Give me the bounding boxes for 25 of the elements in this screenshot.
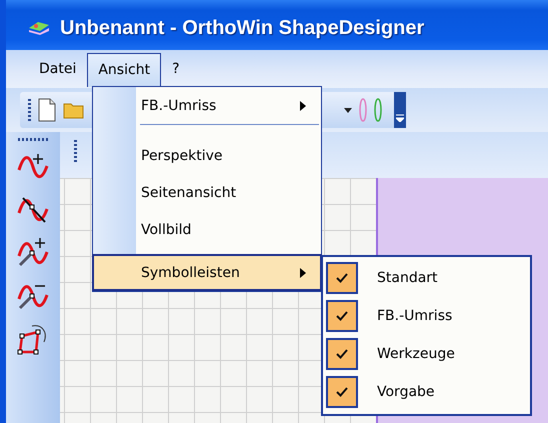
check-icon xyxy=(336,311,348,321)
menu-title[interactable]: ? xyxy=(161,52,190,86)
menu-title[interactable]: Datei xyxy=(28,52,88,86)
overflow-chevron-icon[interactable] xyxy=(396,114,404,122)
new-document-icon[interactable] xyxy=(37,98,57,122)
check-icon xyxy=(336,387,348,397)
menu-item[interactable]: Standart xyxy=(377,270,438,286)
submenu-arrow-icon xyxy=(300,268,306,278)
checkbox[interactable] xyxy=(326,262,358,294)
check-icon xyxy=(336,349,348,359)
check-icon xyxy=(336,273,348,283)
checkbox[interactable] xyxy=(326,376,358,408)
menu-item[interactable]: Vollbild xyxy=(92,211,322,248)
menu-item[interactable]: Vorgabe xyxy=(377,384,435,400)
menu-item[interactable]: Werkzeuge xyxy=(377,346,455,362)
app-icon xyxy=(28,20,50,36)
menu-item[interactable]: FB.-Umriss xyxy=(377,308,452,324)
window-title: Unbenannt - OrthoWin ShapeDesigner xyxy=(60,16,424,40)
menu-item[interactable]: Seitenansicht xyxy=(92,174,322,211)
menu-title[interactable]: Ansicht xyxy=(87,53,162,87)
checkbox[interactable] xyxy=(326,300,358,332)
checkbox[interactable] xyxy=(326,338,358,370)
menu-item[interactable]: Symbolleisten xyxy=(92,254,322,291)
dropdown-arrow-icon[interactable] xyxy=(344,108,352,112)
submenu-arrow-icon xyxy=(300,100,306,110)
